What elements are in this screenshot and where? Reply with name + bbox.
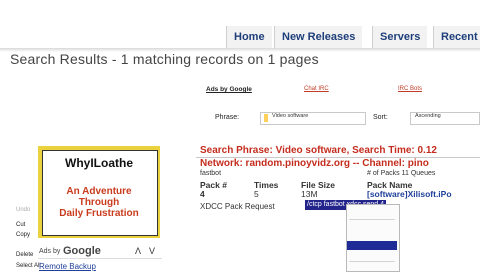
ads-by-google-link[interactable]: Ads by Google <box>206 86 252 93</box>
ad-subtitle-line: Through <box>78 197 120 208</box>
irc-bots-link[interactable]: IRC Bots <box>398 86 422 92</box>
context-menu-highlight <box>347 241 397 250</box>
ad-divider <box>38 258 162 259</box>
nav-recent[interactable]: Recent <box>433 26 480 48</box>
bot-name: fastbot <box>200 170 222 177</box>
xdcc-label: XDCC Pack Request <box>200 202 275 211</box>
ad-title: WhyILoathe <box>65 156 133 170</box>
ad-nav-arrows[interactable]: Λ V <box>135 246 158 256</box>
menu-separator <box>349 261 395 262</box>
google-logo: Google <box>63 245 101 257</box>
search-phrase-summary: Search Phrase: Video software, Search Ti… <box>200 145 437 156</box>
network-line: Network: random.pinoyvidz.org -- Channel… <box>200 158 429 169</box>
nav-home[interactable]: Home <box>226 26 272 48</box>
cell-file-size: 13M <box>301 189 318 199</box>
cell-pack-number: 4 <box>200 189 205 199</box>
ads-by-label: Ads by <box>39 248 61 255</box>
menu-cut[interactable]: Cut <box>16 222 25 228</box>
ad-subtitle-line: An Adventure <box>66 186 132 197</box>
top-nav: Home New Releases Servers Recent <box>0 26 480 48</box>
nav-servers[interactable]: Servers <box>372 26 428 48</box>
nav-new-releases[interactable]: New Releases <box>274 26 363 48</box>
cell-times: 5 <box>254 189 259 199</box>
phrase-input-value: Video software <box>272 113 309 119</box>
menu-undo[interactable]: Undo <box>16 207 30 213</box>
sort-label: Sort: <box>373 114 388 121</box>
sort-select-value: Ascending <box>415 113 441 119</box>
cell-pack-name[interactable]: [software]Xilisoft.iPo <box>367 189 452 199</box>
ad-subtitle-line: Daily Frustration <box>59 208 139 219</box>
packs-summary: # of Packs 11 Queues <box>367 170 436 177</box>
ad-subtitle: An Adventure Through Daily Frustration <box>42 186 156 219</box>
menu-delete[interactable]: Delete <box>16 252 33 258</box>
menu-select-all[interactable]: Select All <box>16 263 41 269</box>
page-title: Search Results - 1 matching records on 1… <box>10 51 319 67</box>
menu-copy[interactable]: Copy <box>16 232 30 238</box>
phrase-label: Phrase: <box>215 114 240 121</box>
chat-irc-link[interactable]: Chat IRC <box>304 86 329 92</box>
menu-paste[interactable]: Paste <box>16 242 31 248</box>
phrase-input-marker <box>264 114 268 122</box>
menu-separator <box>349 219 395 220</box>
